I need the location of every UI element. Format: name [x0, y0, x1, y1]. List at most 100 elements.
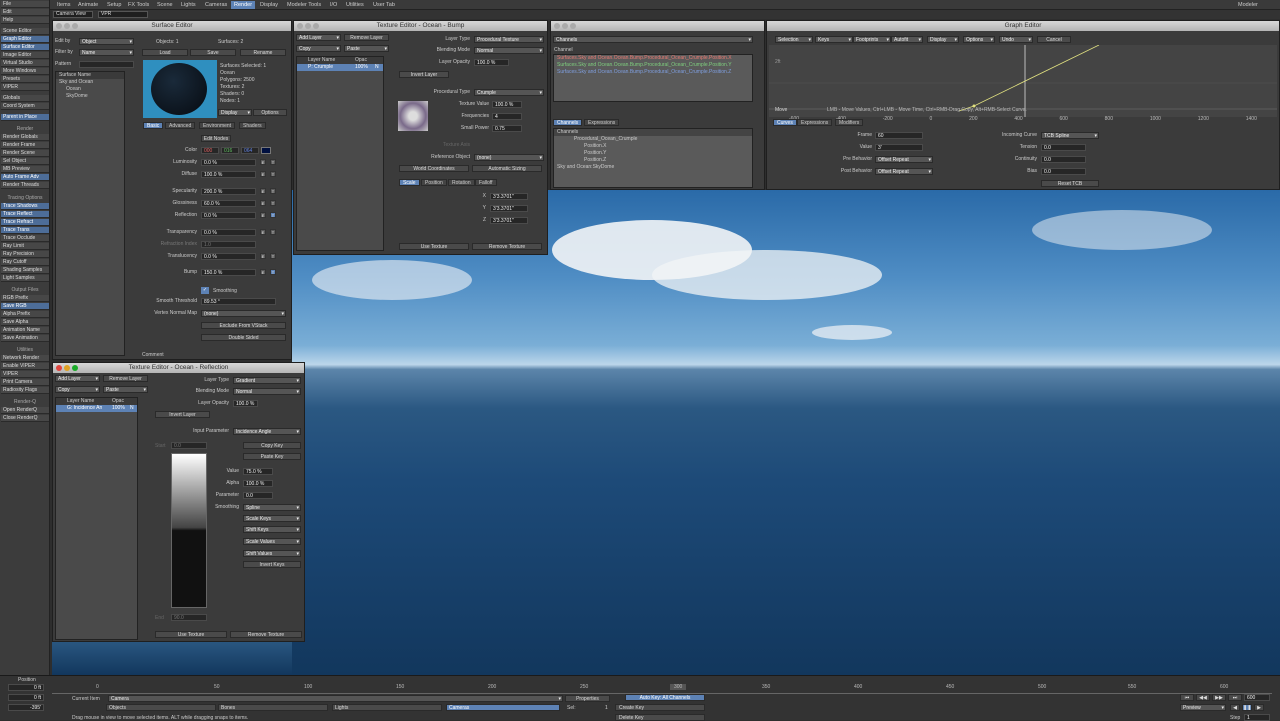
surface-editor-button[interactable]: Surface Editor	[1, 44, 49, 51]
display-menu[interactable]: Display	[927, 36, 959, 43]
light-samples-button[interactable]: Light Samples	[1, 275, 49, 282]
play-icon[interactable]: ▶	[1254, 704, 1264, 711]
curve-x[interactable]	[958, 45, 1100, 112]
refraction-index-input[interactable]: 1.0	[201, 241, 256, 248]
end-frame-input[interactable]: 600	[1244, 694, 1270, 701]
double-sided-button[interactable]: Double Sided	[201, 334, 286, 341]
scale-x-input[interactable]: 3'3.3701"	[490, 193, 528, 200]
texture-icon[interactable]: T	[270, 171, 276, 177]
tab-expressions[interactable]: Expressions	[797, 119, 833, 126]
tab-setup[interactable]: Setup	[104, 1, 124, 9]
play-back-icon[interactable]: ◀	[1230, 704, 1240, 711]
envelope-icon[interactable]: E	[260, 212, 266, 218]
close-icon[interactable]	[56, 23, 62, 29]
tab-fx-tools[interactable]: FX Tools	[125, 1, 152, 9]
tab-animate[interactable]: Animate	[75, 1, 101, 9]
tree-item[interactable]: Position.Y	[554, 150, 752, 157]
minimize-icon[interactable]	[305, 23, 311, 29]
window-title[interactable]: Texture Editor - Ocean - Bump	[294, 21, 547, 31]
close-renderq-button[interactable]: Close RenderQ	[1, 415, 49, 422]
save-alpha-button[interactable]: Save Alpha	[1, 319, 49, 326]
current-item-select[interactable]: Camera	[108, 695, 563, 702]
tab-basic[interactable]: Basic	[143, 122, 164, 129]
invert-keys-button[interactable]: Invert Keys	[243, 561, 301, 568]
alpha-prefix-button[interactable]: Alpha Prefix	[1, 311, 49, 318]
create-key-button[interactable]: Create Key	[615, 704, 705, 711]
tab-modifiers[interactable]: Modifiers	[835, 119, 864, 126]
proc-type-select[interactable]: Crumple	[474, 89, 544, 96]
lights-button[interactable]: Lights	[332, 704, 442, 711]
tab-io[interactable]: I/O	[327, 1, 340, 9]
exclude-vstack-button[interactable]: Exclude From VStack	[201, 322, 286, 329]
use-texture-button[interactable]: Use Texture	[155, 631, 227, 638]
tab-utilities[interactable]: Utilities	[343, 1, 367, 9]
window-title[interactable]: Texture Editor - Ocean - Reflection	[53, 363, 304, 373]
translucency-input[interactable]: 0.0 %	[201, 253, 256, 260]
trace-reflect-button[interactable]: Trace Reflect	[1, 211, 49, 218]
color-red-input[interactable]: 000	[201, 147, 219, 154]
parameter-input[interactable]: 0.0	[243, 492, 273, 499]
tree-item[interactable]: Procedural_Ocean_Crumple	[554, 136, 752, 143]
invert-layer-button[interactable]: Invert Layer	[155, 411, 210, 418]
envelope-icon[interactable]: E	[260, 229, 266, 235]
radiosity-flags-button[interactable]: Radiosity Flags	[1, 387, 49, 394]
globals-button[interactable]: Globals	[1, 95, 49, 102]
render-scene-button[interactable]: Render Scene	[1, 150, 49, 157]
scale-z-input[interactable]: 3'3.3701"	[490, 217, 528, 224]
envelope-icon[interactable]: E	[260, 188, 266, 194]
smooth-threshold-input[interactable]: 89.53 °	[201, 298, 276, 305]
position-z-input[interactable]: -395'	[8, 704, 44, 711]
channels-select[interactable]: Channels	[553, 36, 753, 43]
selection-menu[interactable]: Selection	[775, 36, 813, 43]
value-input[interactable]: 3'	[875, 144, 923, 151]
tab-scene[interactable]: Scene	[154, 1, 176, 9]
zoom-icon[interactable]	[72, 365, 78, 371]
tab-position[interactable]: Position	[421, 179, 447, 186]
parent-in-place-button[interactable]: Parent in Place	[1, 114, 49, 121]
bones-button[interactable]: Bones	[218, 704, 328, 711]
paste-select[interactable]: Paste	[103, 386, 148, 393]
position-y-input[interactable]: 0 ft	[8, 694, 44, 701]
tab-modeler-tools[interactable]: Modeler Tools	[284, 1, 324, 9]
last-frame-icon[interactable]: ⏭	[1228, 694, 1242, 701]
modeler-label[interactable]: Modeler	[1235, 1, 1261, 9]
zoom-icon[interactable]	[570, 23, 576, 29]
render-threads-button[interactable]: Render Threads	[1, 182, 49, 189]
properties-button[interactable]: Properties	[565, 695, 610, 702]
viper-utility-button[interactable]: VIPER	[1, 371, 49, 378]
cameras-button[interactable]: Cameras	[446, 704, 560, 711]
texture-icon[interactable]: T	[270, 159, 276, 165]
add-layer-select[interactable]: Add Layer	[55, 375, 100, 382]
incoming-curve-select[interactable]: TCB Spline	[1041, 132, 1099, 139]
rgb-prefix-button[interactable]: RGB Prefix	[1, 295, 49, 302]
scale-keys-select[interactable]: Scale Keys	[243, 515, 301, 522]
trace-trans-button[interactable]: Trace Trans	[1, 227, 49, 234]
ray-precision-button[interactable]: Ray Precision	[1, 251, 49, 258]
list-item[interactable]: Surfaces.Sky and Ocean.Ocean.Bump.Proced…	[554, 55, 752, 62]
bias-input[interactable]: 0.0	[1041, 168, 1086, 175]
tab-channels[interactable]: Channels	[553, 119, 583, 126]
frequencies-input[interactable]: 4	[492, 113, 522, 120]
tab-curves[interactable]: Curves	[773, 119, 797, 126]
autofit-menu[interactable]: Autofit	[891, 36, 923, 43]
envelope-icon[interactable]: E	[260, 200, 266, 206]
render-globals-button[interactable]: Render Globals	[1, 134, 49, 141]
display-select[interactable]: Display	[218, 109, 252, 116]
tab-falloff[interactable]: Falloff	[475, 179, 497, 186]
transparency-input[interactable]: 0.0 %	[201, 229, 256, 236]
diffuse-input[interactable]: 100.0 %	[201, 171, 256, 178]
small-power-input[interactable]: 0.75	[492, 125, 522, 132]
viewport[interactable]	[292, 190, 1280, 675]
render-mode-select[interactable]: VPR	[98, 11, 148, 18]
preview-select[interactable]: Preview	[1180, 704, 1226, 711]
list-item[interactable]: G: Incidence An 100% N	[56, 405, 137, 412]
cancel-button[interactable]: Cancel	[1037, 36, 1071, 43]
objects-button[interactable]: Objects	[106, 704, 216, 711]
alpha-input[interactable]: 100.0 %	[243, 480, 273, 487]
envelope-icon[interactable]: E	[260, 253, 266, 259]
color-blue-input[interactable]: 064	[241, 147, 259, 154]
position-x-input[interactable]: 0 ft	[8, 684, 44, 691]
end-input[interactable]: 90.0	[171, 614, 207, 621]
tab-user-tab[interactable]: User Tab	[370, 1, 398, 9]
load-button[interactable]: Load	[142, 49, 188, 56]
